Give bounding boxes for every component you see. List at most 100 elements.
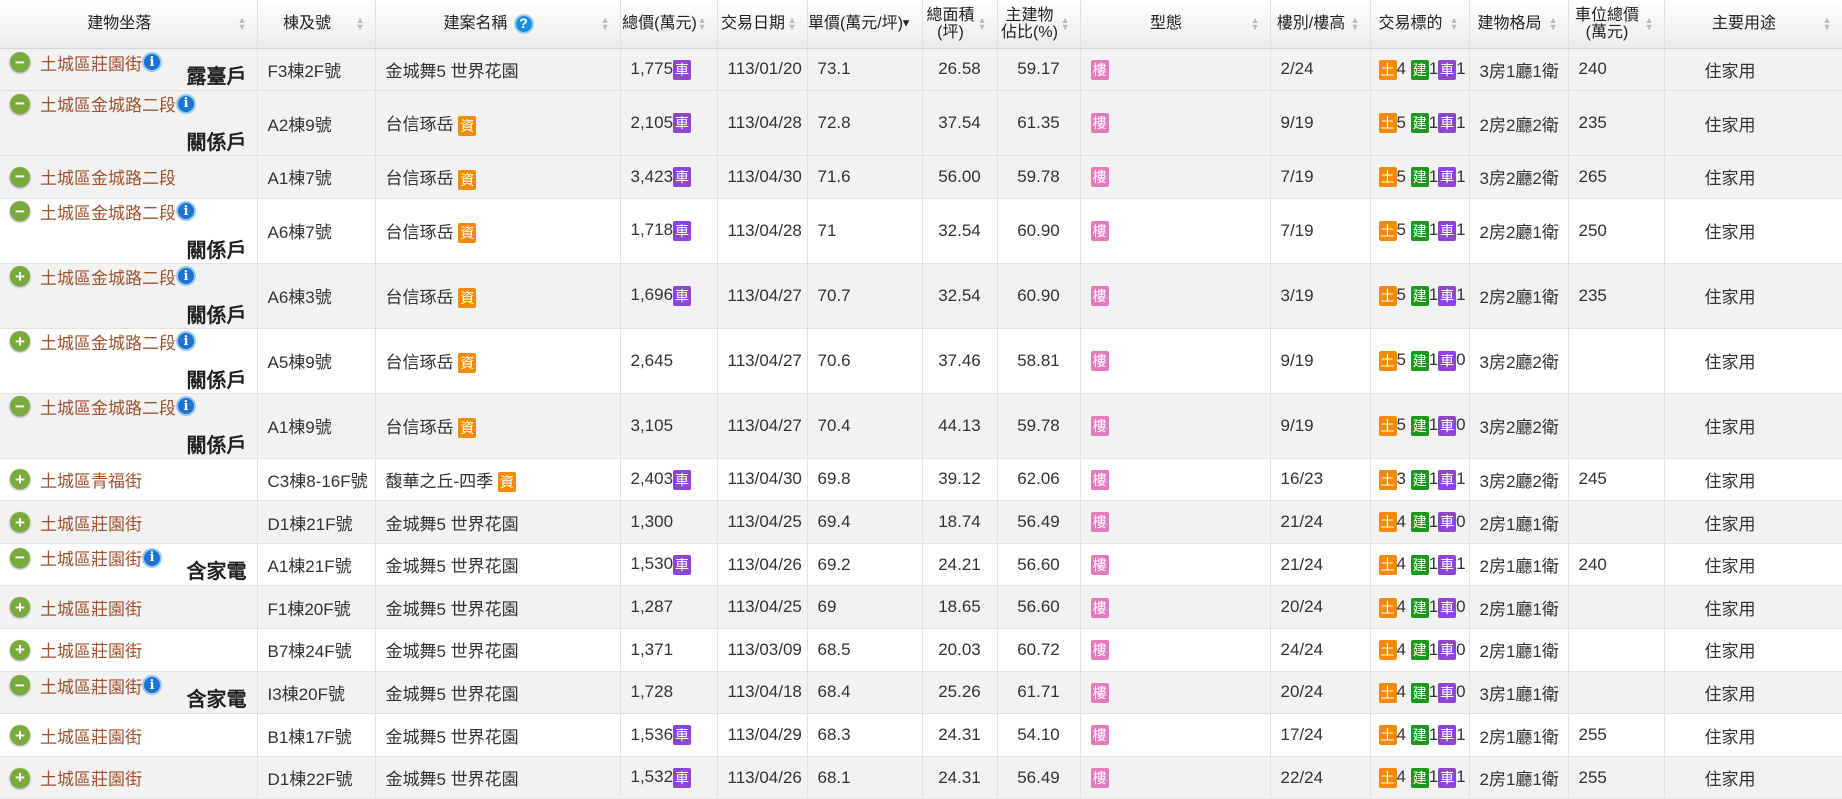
collapse-icon[interactable]: − <box>10 166 30 187</box>
unit-number: I3棟20F號 <box>267 684 345 704</box>
table-row[interactable]: + 土城區莊園街 F1棟20F號 金城舞5 世界花園 1,287 113/04/25 69… <box>0 585 1842 630</box>
floor-cell: 17/24 <box>1270 713 1371 757</box>
layout-cell: 3房2廳2衛 <box>1469 458 1569 502</box>
column-header[interactable]: 主要用途 ▲ ▼ <box>1664 0 1842 49</box>
parking-price: 240 <box>1578 554 1607 574</box>
expand-icon[interactable]: + <box>10 331 30 352</box>
info-icon[interactable]: i <box>176 201 196 222</box>
land-tag: 土 <box>1378 767 1397 788</box>
expand-icon[interactable]: + <box>10 266 30 287</box>
sort-icon[interactable]: ▼ <box>901 18 912 29</box>
table-row[interactable]: + 土城區金城路二段 i 關係戶 A5棟9號 台信琢岳 資 2,645 113/04/27 70… <box>0 328 1842 394</box>
date-cell: 113/04/25 <box>717 500 808 544</box>
car-price-cell: 235 <box>1568 263 1665 329</box>
price-cell: 1,728 <box>620 671 718 715</box>
table-row[interactable]: − 土城區莊園街 i 含家電 A1棟21F號 金城舞5 世界花園 1,530 車 113/04… <box>0 543 1842 587</box>
floor-cell: 22/24 <box>1270 756 1371 799</box>
type-tag: 樓 <box>1090 512 1109 533</box>
table-row[interactable]: + 土城區莊園街 D1棟21F號 金城舞5 世界花園 1,300 113/04/25 69… <box>0 500 1842 544</box>
car-price-cell <box>1568 328 1665 394</box>
table-row[interactable]: − 土城區莊園街 i 含家電 I3棟20F號 金城舞5 世界花園 1,728 113/04/… <box>0 671 1842 715</box>
sort-icon[interactable]: ▲ ▼ <box>698 15 707 31</box>
column-header[interactable]: 車位總價 (萬元) ▲ ▼ <box>1568 0 1665 49</box>
collapse-icon[interactable]: − <box>10 547 30 568</box>
sort-icon[interactable]: ▲ ▼ <box>1549 15 1558 31</box>
sort-icon[interactable]: ▲ ▼ <box>1823 15 1832 31</box>
expand-icon[interactable]: + <box>10 639 30 660</box>
expand-icon[interactable]: + <box>10 767 30 788</box>
column-header[interactable]: 建物坐落 ▲ ▼ <box>0 0 258 49</box>
table-row[interactable]: − 土城區金城路二段 i 關係戶 A6棟7號 台信琢岳 資 1,718 車 113/04/28 7… <box>0 198 1842 264</box>
table-row[interactable]: + 土城區莊園街 B7棟24F號 金城舞5 世界花園 1,371 113/03/09 68… <box>0 628 1842 672</box>
expand-icon[interactable]: + <box>10 469 30 490</box>
collapse-icon[interactable]: − <box>10 396 30 417</box>
column-header[interactable]: 交易日期 ▲ ▼ <box>717 0 808 49</box>
column-header[interactable]: 總價(萬元) ▲ ▼ <box>620 0 718 49</box>
expand-icon[interactable]: + <box>10 597 30 618</box>
unit-number: D1棟21F號 <box>267 514 353 534</box>
sort-icon[interactable]: ▲ ▼ <box>1450 15 1459 31</box>
sort-icon[interactable]: ▲ ▼ <box>1351 15 1360 31</box>
table-row[interactable]: − 土城區金城路二段 i 關係戶 A1棟9號 台信琢岳 資 3,105 113/04/27 70… <box>0 393 1842 459</box>
project-name: 金城舞5 世界花園 <box>385 684 519 704</box>
column-header[interactable]: 型態 ▲ ▼ <box>1080 0 1271 49</box>
collapse-icon[interactable]: − <box>10 201 30 222</box>
parking-tag: 車 <box>673 220 692 241</box>
table-row[interactable]: − 土城區莊園街 i 露臺戶 F3棟2F號 金城舞5 世界花園 1,775 車 113/01/… <box>0 48 1842 92</box>
sort-icon[interactable]: ▲ ▼ <box>788 15 797 31</box>
unit-cell: D1棟22F號 <box>257 756 376 799</box>
table-row[interactable]: − 土城區金城路二段 A1棟7號 台信琢岳 資 3,423 車 113/04/30 71.6 5… <box>0 155 1842 199</box>
column-header[interactable]: 棟及號 ▲ ▼ <box>257 0 376 49</box>
table-row[interactable]: + 土城區金城路二段 i 關係戶 A6棟3號 台信琢岳 資 1,696 車 113/04/27 7… <box>0 263 1842 329</box>
info-icon[interactable]: i <box>142 675 162 696</box>
info-icon[interactable]: i <box>142 52 162 73</box>
collapse-icon[interactable]: − <box>10 93 30 114</box>
info-icon[interactable]: i <box>142 547 162 568</box>
table-row[interactable]: − 土城區金城路二段 i 關係戶 A2棟9號 台信琢岳 資 2,105 車 113/04/28 7… <box>0 90 1842 157</box>
table-row[interactable]: + 土城區莊園街 B1棟17F號 金城舞5 世界花園 1,536 車 113/04/29 6… <box>0 713 1842 757</box>
table-row[interactable]: + 土城區莊園街 D1棟22F號 金城舞5 世界花園 1,532 車 113/04/26 6… <box>0 756 1842 799</box>
unit-price-cell: 69.2 <box>807 543 923 587</box>
sort-icon[interactable]: ▲ ▼ <box>1645 15 1654 31</box>
unit-number: A2棟9號 <box>267 115 332 135</box>
info-icon[interactable]: i <box>176 93 196 114</box>
column-header[interactable]: 單價(萬元/坪) ▼ <box>807 0 923 49</box>
parking-price: 255 <box>1578 725 1607 745</box>
expand-icon[interactable]: + <box>10 725 30 746</box>
column-header[interactable]: 建物格局 ▲ ▼ <box>1469 0 1569 49</box>
total-area: 24.31 <box>938 725 981 745</box>
layout: 2房1廳1衛 <box>1479 770 1559 790</box>
info-icon[interactable]: i <box>176 396 196 417</box>
expand-icon[interactable]: + <box>10 512 30 533</box>
area-cell: 18.74 <box>922 500 998 544</box>
info-icon[interactable]: i <box>176 266 196 287</box>
sort-icon[interactable]: ▲ ▼ <box>978 15 987 31</box>
table-row[interactable]: + 土城區青福街 C3棟8-16F號 馥華之丘-四季 資 2,403 車 113/04/30… <box>0 458 1842 502</box>
column-header[interactable]: 樓別/樓高 ▲ ▼ <box>1270 0 1371 49</box>
main-building-ratio: 58.81 <box>1017 350 1060 370</box>
project-cell: 台信琢岳 資 <box>375 328 621 394</box>
project-name: 台信琢岳 <box>385 287 454 307</box>
collapse-icon[interactable]: − <box>10 52 30 73</box>
collapse-icon[interactable]: − <box>10 675 30 696</box>
unit-price-cell: 69.8 <box>807 458 923 502</box>
address-link: 土城區莊園街 <box>40 677 142 697</box>
column-header[interactable]: 總面積 (坪) ▲ ▼ <box>922 0 998 49</box>
transaction-date: 113/04/28 <box>727 220 802 240</box>
help-icon[interactable]: ? <box>513 13 534 34</box>
sort-icon[interactable]: ▲ ▼ <box>356 15 365 31</box>
project-cell: 金城舞5 世界花園 <box>375 48 621 92</box>
transaction-date: 113/04/28 <box>727 113 802 133</box>
info-icon[interactable]: i <box>176 331 196 352</box>
column-header[interactable]: 交易標的 ▲ ▼ <box>1370 0 1470 49</box>
sort-icon[interactable]: ▲ ▼ <box>1251 15 1260 31</box>
transaction-date: 113/04/26 <box>727 767 802 787</box>
date-cell: 113/04/27 <box>717 393 808 459</box>
column-header[interactable]: 建案名稱? ▲ ▼ <box>375 0 621 49</box>
sort-icon[interactable]: ▲ ▼ <box>238 15 247 31</box>
sort-icon[interactable]: ▲ ▼ <box>1061 15 1070 31</box>
use-cell: 住家用 <box>1664 48 1842 92</box>
column-header[interactable]: 主建物 佔比(%) ▲ ▼ <box>997 0 1081 49</box>
building-tag: 建 <box>1410 167 1429 188</box>
sort-icon[interactable]: ▲ ▼ <box>601 15 610 31</box>
